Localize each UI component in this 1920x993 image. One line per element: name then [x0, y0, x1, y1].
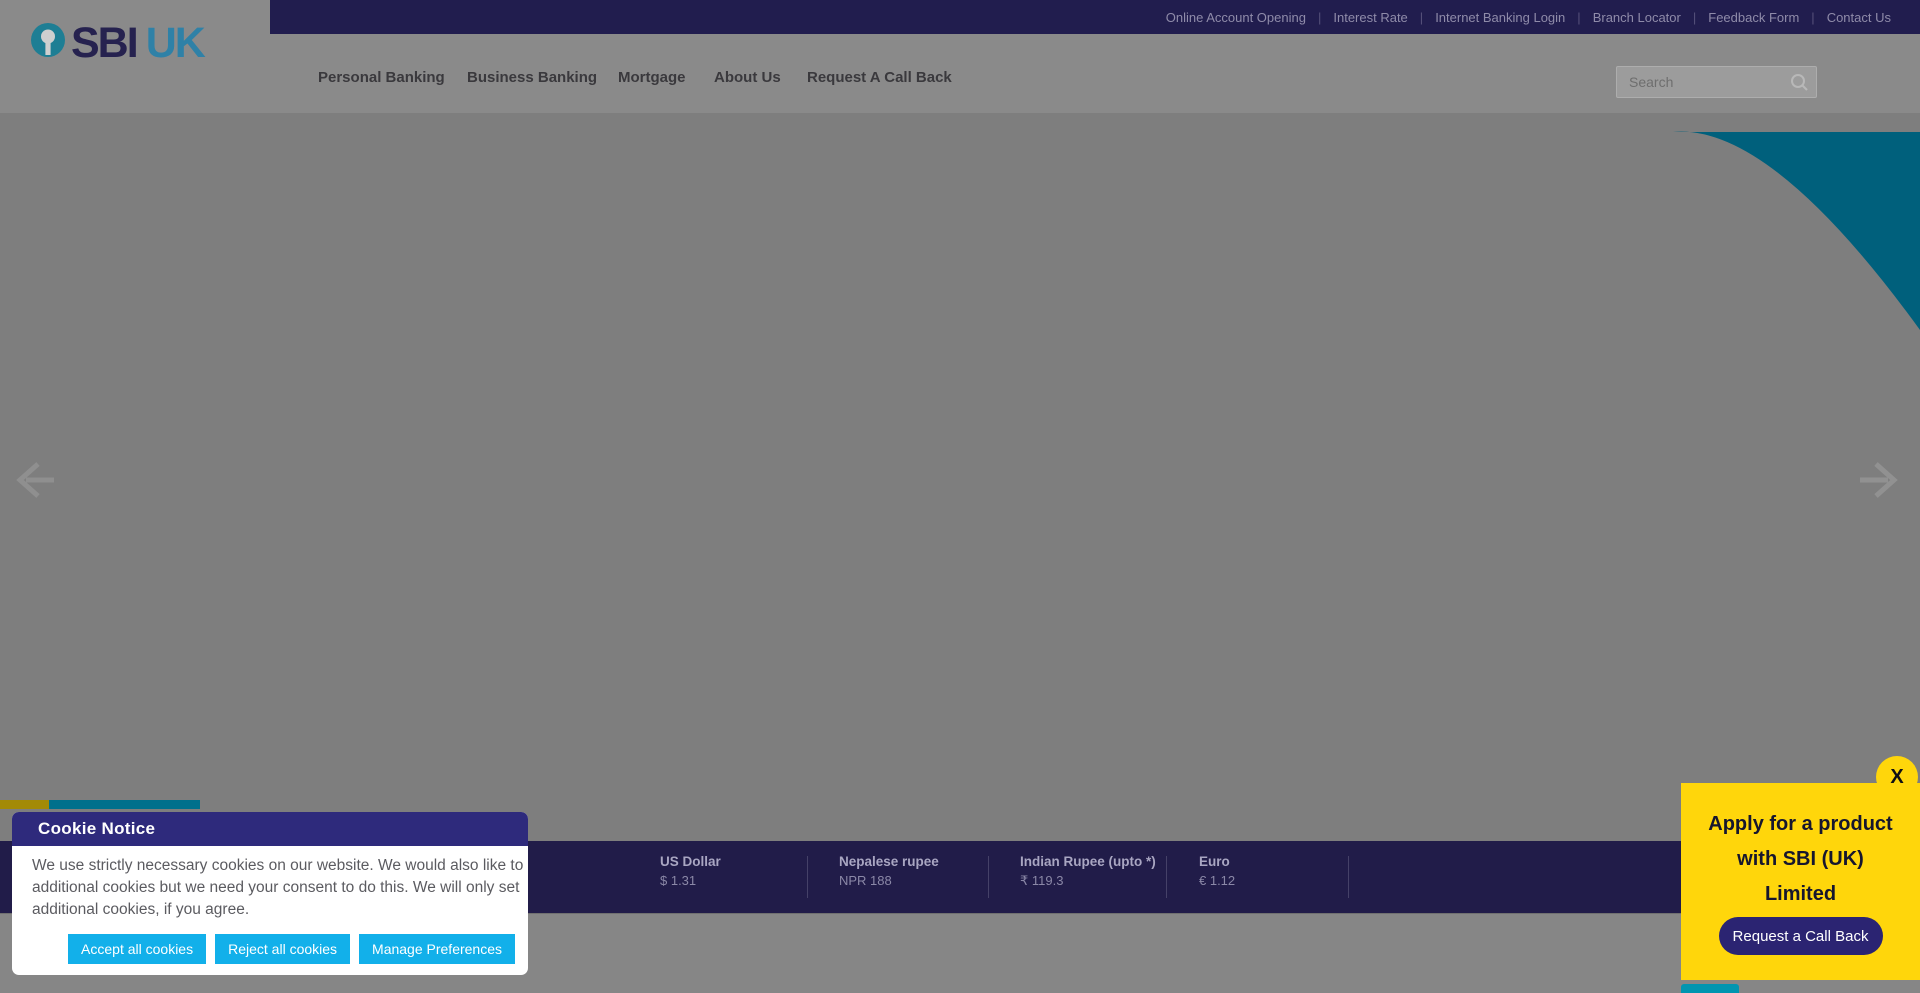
currency-value: € 1.12 — [1199, 873, 1235, 888]
cookie-notice-title: Cookie Notice — [38, 819, 155, 839]
promo-close-button[interactable]: X — [1876, 756, 1918, 798]
currency-label: Indian Rupee (upto *) — [1020, 854, 1156, 869]
nav-mortgage[interactable]: Mortgage — [618, 69, 686, 86]
currency-value: NPR 188 — [839, 873, 939, 888]
cookie-message-line: additional cookies, if you agree. — [32, 899, 514, 921]
currency-item-nepalese-rupee: Nepalese rupee NPR 188 — [839, 854, 939, 888]
request-a-call-back-button[interactable]: Request a Call Back — [1719, 917, 1883, 955]
search-box — [1616, 66, 1817, 98]
utility-topbar: Online Account Opening Interest Rate Int… — [270, 0, 1920, 34]
nav-personal-banking[interactable]: Personal Banking — [318, 69, 445, 86]
currency-divider — [807, 856, 808, 898]
cookie-notice-header: Cookie Notice — [12, 812, 528, 846]
manage-preferences-button[interactable]: Manage Preferences — [359, 934, 515, 964]
currency-label: Nepalese rupee — [839, 854, 939, 869]
carousel-next-arrow-icon[interactable] — [1858, 458, 1902, 502]
sbi-keyhole-icon — [30, 22, 66, 63]
currency-item-us-dollar: US Dollar $ 1.31 — [660, 854, 721, 888]
logo-text-uk: UK — [146, 23, 204, 63]
cookie-notice-message: We use strictly necessary cookies on our… — [12, 846, 528, 921]
chat-widget-peek — [1681, 984, 1739, 993]
topbar-link-internet-banking-login[interactable]: Internet Banking Login — [1423, 10, 1577, 25]
search-icon[interactable] — [1789, 72, 1809, 97]
sbi-uk-homepage: Online Account Opening Interest Rate Int… — [0, 0, 1920, 993]
cookie-message-line: We use strictly necessary cookies on our… — [32, 855, 514, 877]
carousel-indicator-teal — [49, 800, 200, 809]
carousel-indicator-yellow — [0, 800, 49, 809]
header: Online Account Opening Interest Rate Int… — [0, 0, 1920, 113]
currency-divider — [988, 856, 989, 898]
sbi-uk-logo[interactable]: SBI UK — [30, 22, 204, 63]
topbar-link-branch-locator[interactable]: Branch Locator — [1581, 10, 1693, 25]
currency-item-indian-rupee: Indian Rupee (upto *) ₹ 119.3 — [1020, 854, 1156, 889]
cookie-notice-modal: Cookie Notice We use strictly necessary … — [12, 812, 528, 975]
topbar-link-online-account-opening[interactable]: Online Account Opening — [1154, 10, 1318, 25]
cookie-buttons-row: Accept all cookies Reject all cookies Ma… — [68, 934, 515, 964]
accept-all-cookies-button[interactable]: Accept all cookies — [68, 934, 206, 964]
topbar-link-contact-us[interactable]: Contact Us — [1815, 10, 1903, 25]
promo-text-line: Limited — [1681, 877, 1920, 912]
search-input[interactable] — [1616, 66, 1817, 98]
hero-carousel-placeholder — [0, 113, 1920, 841]
currency-value: $ 1.31 — [660, 873, 721, 888]
reject-all-cookies-button[interactable]: Reject all cookies — [215, 934, 350, 964]
currency-value: ₹ 119.3 — [1020, 873, 1156, 889]
topbar-link-interest-rate[interactable]: Interest Rate — [1321, 10, 1419, 25]
currency-divider — [1348, 856, 1349, 898]
topbar-link-feedback-form[interactable]: Feedback Form — [1696, 10, 1811, 25]
logo-text-sbi: SBI — [71, 23, 137, 63]
nav-business-banking[interactable]: Business Banking — [467, 69, 597, 86]
carousel-prev-arrow-icon[interactable] — [12, 458, 56, 502]
currency-item-euro: Euro € 1.12 — [1199, 854, 1235, 888]
currency-label: US Dollar — [660, 854, 721, 869]
promo-popup: Apply for a product with SBI (UK) Limite… — [1681, 783, 1920, 980]
nav-about-us[interactable]: About Us — [714, 69, 781, 86]
currency-label: Euro — [1199, 854, 1235, 869]
teal-crescent-decoration — [1670, 113, 1920, 348]
promo-text-line: with SBI (UK) — [1681, 842, 1920, 877]
cookie-message-line: additional cookies but we need your cons… — [32, 877, 514, 899]
currency-divider — [1166, 856, 1167, 898]
nav-request-a-call-back[interactable]: Request A Call Back — [807, 69, 952, 86]
promo-text-line: Apply for a product — [1681, 807, 1920, 842]
